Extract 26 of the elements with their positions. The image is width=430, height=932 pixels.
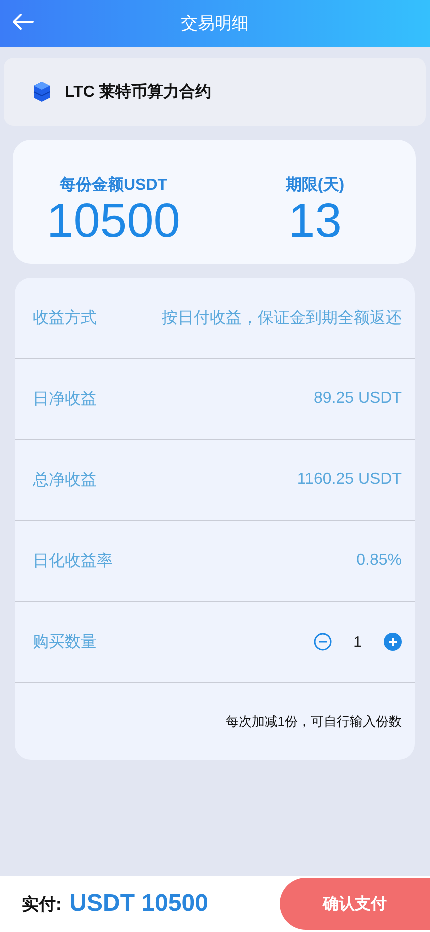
pay-label: 实付:	[22, 894, 62, 916]
quantity-input[interactable]: 1	[350, 634, 366, 650]
quantity-note: 每次加减1份，可自行输入份数	[226, 712, 402, 730]
row-label: 购买数量	[33, 632, 97, 652]
row-label: 日化收益率	[33, 552, 113, 572]
increase-button[interactable]	[384, 633, 402, 651]
decrease-button[interactable]	[314, 633, 332, 651]
stat-label: 每份金额USDT	[60, 176, 168, 196]
stat-value: 13	[288, 196, 342, 248]
back-button[interactable]	[12, 13, 34, 31]
row-label: 日净收益	[33, 390, 97, 410]
row-label: 总净收益	[33, 470, 97, 490]
product-name: LTC 莱特币算力合约	[65, 82, 212, 102]
stat-label: 期限(天)	[286, 176, 345, 196]
minus-icon	[314, 633, 332, 651]
row-value: 89.25 USDT	[314, 390, 402, 408]
stacked-layers-icon	[33, 81, 51, 103]
row-value: 0.85%	[356, 552, 402, 570]
row-value: 按日付收益，保证金到期全额返还	[162, 308, 402, 328]
page-title: 交易明细	[181, 13, 249, 35]
plus-icon	[384, 633, 402, 651]
row-label: 收益方式	[33, 308, 97, 328]
stat-value: 10500	[47, 196, 180, 248]
row-value: 1160.25 USDT	[297, 471, 402, 489]
back-arrow-icon	[12, 13, 34, 31]
pay-amount: USDT 10500	[70, 890, 208, 918]
